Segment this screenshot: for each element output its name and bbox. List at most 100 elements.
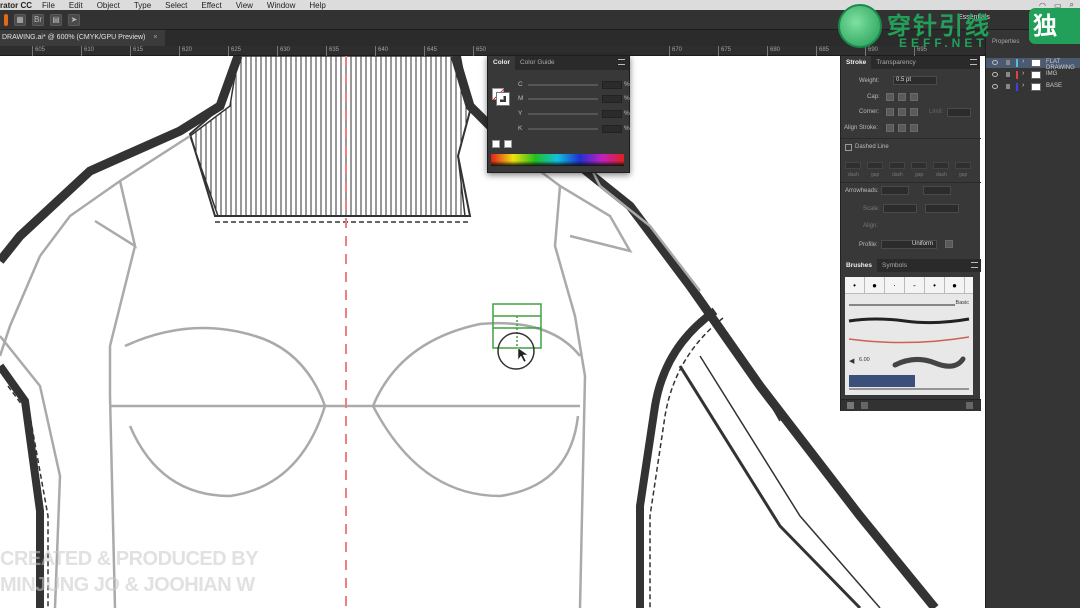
- black-slider[interactable]: [528, 127, 598, 130]
- limit-input[interactable]: [947, 108, 971, 117]
- ruler-tick: 685: [816, 46, 829, 56]
- brush-strokes[interactable]: [845, 277, 973, 395]
- layer-row-flat-drawing[interactable]: › FLAT DRAWING: [986, 58, 1080, 71]
- cap-label: Cap:: [867, 94, 880, 100]
- document-tab[interactable]: DRAWING.ai* @ 600% (CMYK/GPU Preview) ×: [0, 30, 166, 46]
- logo-badge: 独家: [1029, 8, 1080, 44]
- close-tab-icon[interactable]: ×: [153, 34, 157, 41]
- menu-window[interactable]: Window: [267, 1, 295, 10]
- visibility-eye-icon[interactable]: [992, 60, 998, 65]
- black-input[interactable]: [602, 124, 622, 133]
- chevron-right-icon[interactable]: ›: [1022, 58, 1024, 65]
- dashed-line-checkbox[interactable]: [845, 144, 852, 151]
- butt-cap-icon[interactable]: [886, 93, 894, 101]
- ruler-tick: 615: [130, 46, 143, 56]
- color-panel[interactable]: Color Color Guide C % M % Y % K %: [487, 55, 630, 173]
- end-arrowhead-select[interactable]: [923, 186, 951, 195]
- cyan-row: C %: [518, 80, 630, 89]
- flip-profile-icon[interactable]: [945, 240, 953, 248]
- arrowheads-label: Arrowheads:: [845, 188, 879, 194]
- start-arrowhead-select[interactable]: [881, 186, 909, 195]
- layer-name[interactable]: BASE: [1046, 83, 1062, 89]
- round-cap-icon[interactable]: [898, 93, 906, 101]
- lock-icon[interactable]: [1006, 72, 1010, 77]
- brushes-panel-tabs: Brushes Symbols: [841, 259, 981, 272]
- miter-join-icon[interactable]: [886, 108, 894, 116]
- magenta-row: M %: [518, 94, 630, 103]
- chevron-right-icon[interactable]: ›: [1022, 82, 1024, 89]
- weight-input[interactable]: 0.5 pt: [893, 76, 937, 85]
- stroke-panel-menu-icon[interactable]: [970, 59, 977, 65]
- lock-icon[interactable]: [1006, 84, 1010, 89]
- tab-transparency[interactable]: Transparency: [871, 56, 921, 69]
- round-join-icon[interactable]: [898, 108, 906, 116]
- tab-stroke[interactable]: Stroke: [841, 56, 872, 69]
- layout-grid-icon[interactable]: ▤: [50, 13, 62, 26]
- yellow-slider[interactable]: [528, 112, 598, 115]
- color-spectrum[interactable]: [491, 154, 624, 166]
- brush-library-icon[interactable]: [847, 402, 854, 409]
- watermark-line-2: MINJUNG JO & JOOHIAN W: [0, 574, 255, 596]
- stroke-swatch[interactable]: [496, 92, 510, 106]
- layer-name[interactable]: IMG: [1046, 71, 1057, 77]
- layer-row-base[interactable]: › BASE: [986, 82, 1080, 92]
- menu-edit[interactable]: Edit: [69, 1, 83, 10]
- menu-view[interactable]: View: [236, 1, 253, 10]
- layer-thumbnail: [1031, 59, 1041, 67]
- cyan-input[interactable]: [602, 80, 622, 89]
- align-inside-icon[interactable]: [898, 124, 906, 132]
- magenta-input[interactable]: [602, 94, 622, 103]
- divider: [841, 182, 981, 183]
- end-scale-input[interactable]: [925, 204, 959, 213]
- dash-1-input[interactable]: [845, 162, 861, 169]
- layer-thumbnail: [1031, 83, 1041, 91]
- tab-symbols[interactable]: Symbols: [877, 259, 912, 272]
- align-center-icon[interactable]: [886, 124, 894, 132]
- bridge-icon[interactable]: Br: [32, 13, 44, 26]
- cyan-slider[interactable]: [528, 83, 598, 86]
- chevron-right-icon[interactable]: ›: [1022, 70, 1024, 77]
- menu-object[interactable]: Object: [97, 1, 120, 10]
- brushes-panel-menu-icon[interactable]: [971, 262, 978, 268]
- new-brush-icon[interactable]: [861, 402, 868, 409]
- projecting-cap-icon[interactable]: [910, 93, 918, 101]
- gap-1-input[interactable]: [867, 162, 883, 169]
- visibility-eye-icon[interactable]: [992, 84, 998, 89]
- align-outside-icon[interactable]: [910, 124, 918, 132]
- bevel-join-icon[interactable]: [910, 108, 918, 116]
- menu-help[interactable]: Help: [309, 1, 325, 10]
- speaker-icon: ◀: [849, 358, 855, 365]
- profile-select[interactable]: Uniform: [881, 240, 937, 249]
- dash-3-input[interactable]: [933, 162, 949, 169]
- brush-library[interactable]: • ● · - • ● Basic 6.00 ◀: [845, 277, 973, 395]
- delete-brush-icon[interactable]: [966, 402, 973, 409]
- menu-file[interactable]: File: [42, 1, 55, 10]
- logo-english-text: EEFF.NET: [899, 36, 988, 50]
- menu-type[interactable]: Type: [134, 1, 151, 10]
- white-swatch[interactable]: [504, 140, 512, 148]
- gap-2-input[interactable]: [911, 162, 927, 169]
- magenta-slider[interactable]: [528, 97, 598, 100]
- panel-menu-icon[interactable]: [618, 59, 625, 65]
- tab-color-guide[interactable]: Color Guide: [515, 56, 560, 70]
- none-swatch-icon[interactable]: [492, 140, 500, 148]
- app-menu[interactable]: rator CC: [0, 1, 32, 10]
- layer-row-img[interactable]: › IMG: [986, 70, 1080, 80]
- visibility-eye-icon[interactable]: [992, 72, 998, 77]
- tab-color[interactable]: Color: [488, 56, 515, 70]
- menu-select[interactable]: Select: [165, 1, 187, 10]
- lock-icon[interactable]: [1006, 60, 1010, 65]
- yellow-input[interactable]: [602, 109, 622, 118]
- start-scale-input[interactable]: [883, 204, 917, 213]
- tab-brushes[interactable]: Brushes: [841, 259, 878, 272]
- layer-color-chip: [1016, 83, 1018, 91]
- send-icon[interactable]: ➤: [68, 13, 80, 26]
- cyan-label: C: [518, 81, 523, 88]
- gap-3-input[interactable]: [955, 162, 971, 169]
- menu-effect[interactable]: Effect: [201, 1, 221, 10]
- watermark-line-1: CREATED & PRODUCED BY: [0, 548, 259, 570]
- dash-2-input[interactable]: [889, 162, 905, 169]
- arrange-documents-icon[interactable]: ▦: [14, 13, 26, 26]
- scale-label: Scale:: [863, 206, 880, 212]
- layers-panel: Properties › FLAT DRAWING › IMG › BASE: [985, 30, 1080, 608]
